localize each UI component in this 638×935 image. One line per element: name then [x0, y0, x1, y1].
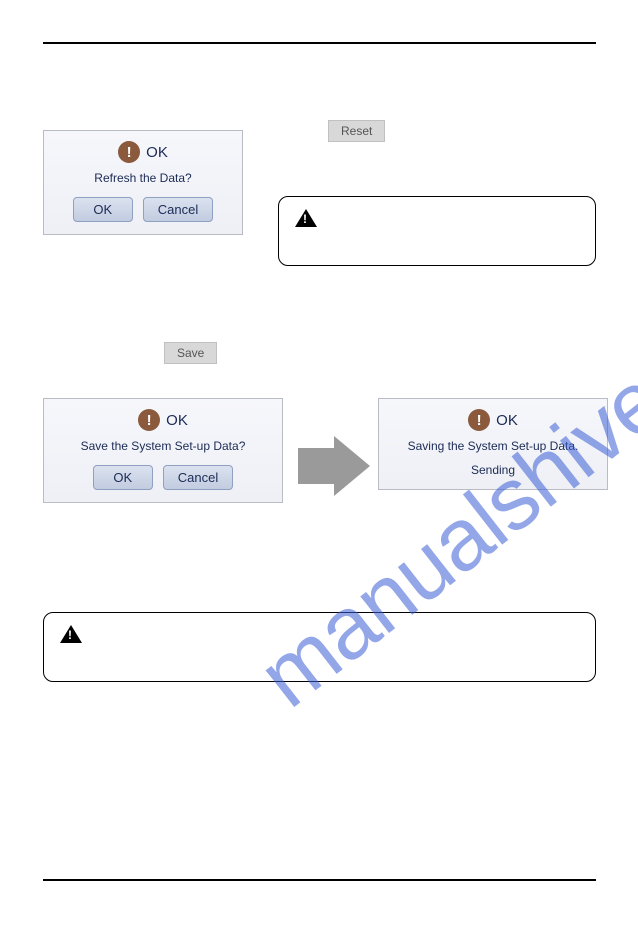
- dialog-buttons: OK Cancel: [44, 465, 282, 502]
- dialog-message: Refresh the Data?: [44, 171, 242, 185]
- warning-triangle-icon: [295, 209, 317, 227]
- exclamation-icon: !: [468, 409, 490, 431]
- dialog-buttons: OK Cancel: [44, 197, 242, 234]
- reset-button-label: Reset: [341, 124, 372, 138]
- save-button[interactable]: Save: [164, 342, 217, 364]
- exclamation-icon: !: [118, 141, 140, 163]
- dialog-header: ! OK: [44, 131, 242, 163]
- cancel-button-label: Cancel: [178, 470, 218, 485]
- cancel-button[interactable]: Cancel: [163, 465, 233, 490]
- arrow-head: [334, 436, 370, 496]
- dialog-message: Saving the System Set-up Data.: [379, 439, 607, 453]
- cancel-button[interactable]: Cancel: [143, 197, 213, 222]
- warning-triangle-icon: [60, 625, 82, 643]
- ok-button-label: OK: [113, 470, 132, 485]
- dialog-header: ! OK: [44, 399, 282, 431]
- horizontal-rule-bottom: [43, 879, 596, 881]
- dialog-title: OK: [146, 144, 168, 161]
- horizontal-rule-top: [43, 42, 596, 44]
- dialog-title: OK: [166, 412, 188, 429]
- refresh-data-dialog: ! OK Refresh the Data? OK Cancel: [43, 130, 243, 235]
- arrow-body: [298, 448, 334, 484]
- saving-dialog: ! OK Saving the System Set-up Data. Send…: [378, 398, 608, 490]
- exclamation-icon: !: [138, 409, 160, 431]
- caution-box: [278, 196, 596, 266]
- ok-button[interactable]: OK: [93, 465, 153, 490]
- dialog-message: Save the System Set-up Data?: [44, 439, 282, 453]
- caution-box: [43, 612, 596, 682]
- dialog-title: OK: [496, 412, 518, 429]
- cancel-button-label: Cancel: [158, 202, 198, 217]
- ok-button-label: OK: [93, 202, 112, 217]
- dialog-header: ! OK: [379, 399, 607, 431]
- save-setup-dialog: ! OK Save the System Set-up Data? OK Can…: [43, 398, 283, 503]
- save-button-label: Save: [177, 346, 204, 360]
- ok-button[interactable]: OK: [73, 197, 133, 222]
- reset-button[interactable]: Reset: [328, 120, 385, 142]
- dialog-status: Sending: [379, 463, 607, 489]
